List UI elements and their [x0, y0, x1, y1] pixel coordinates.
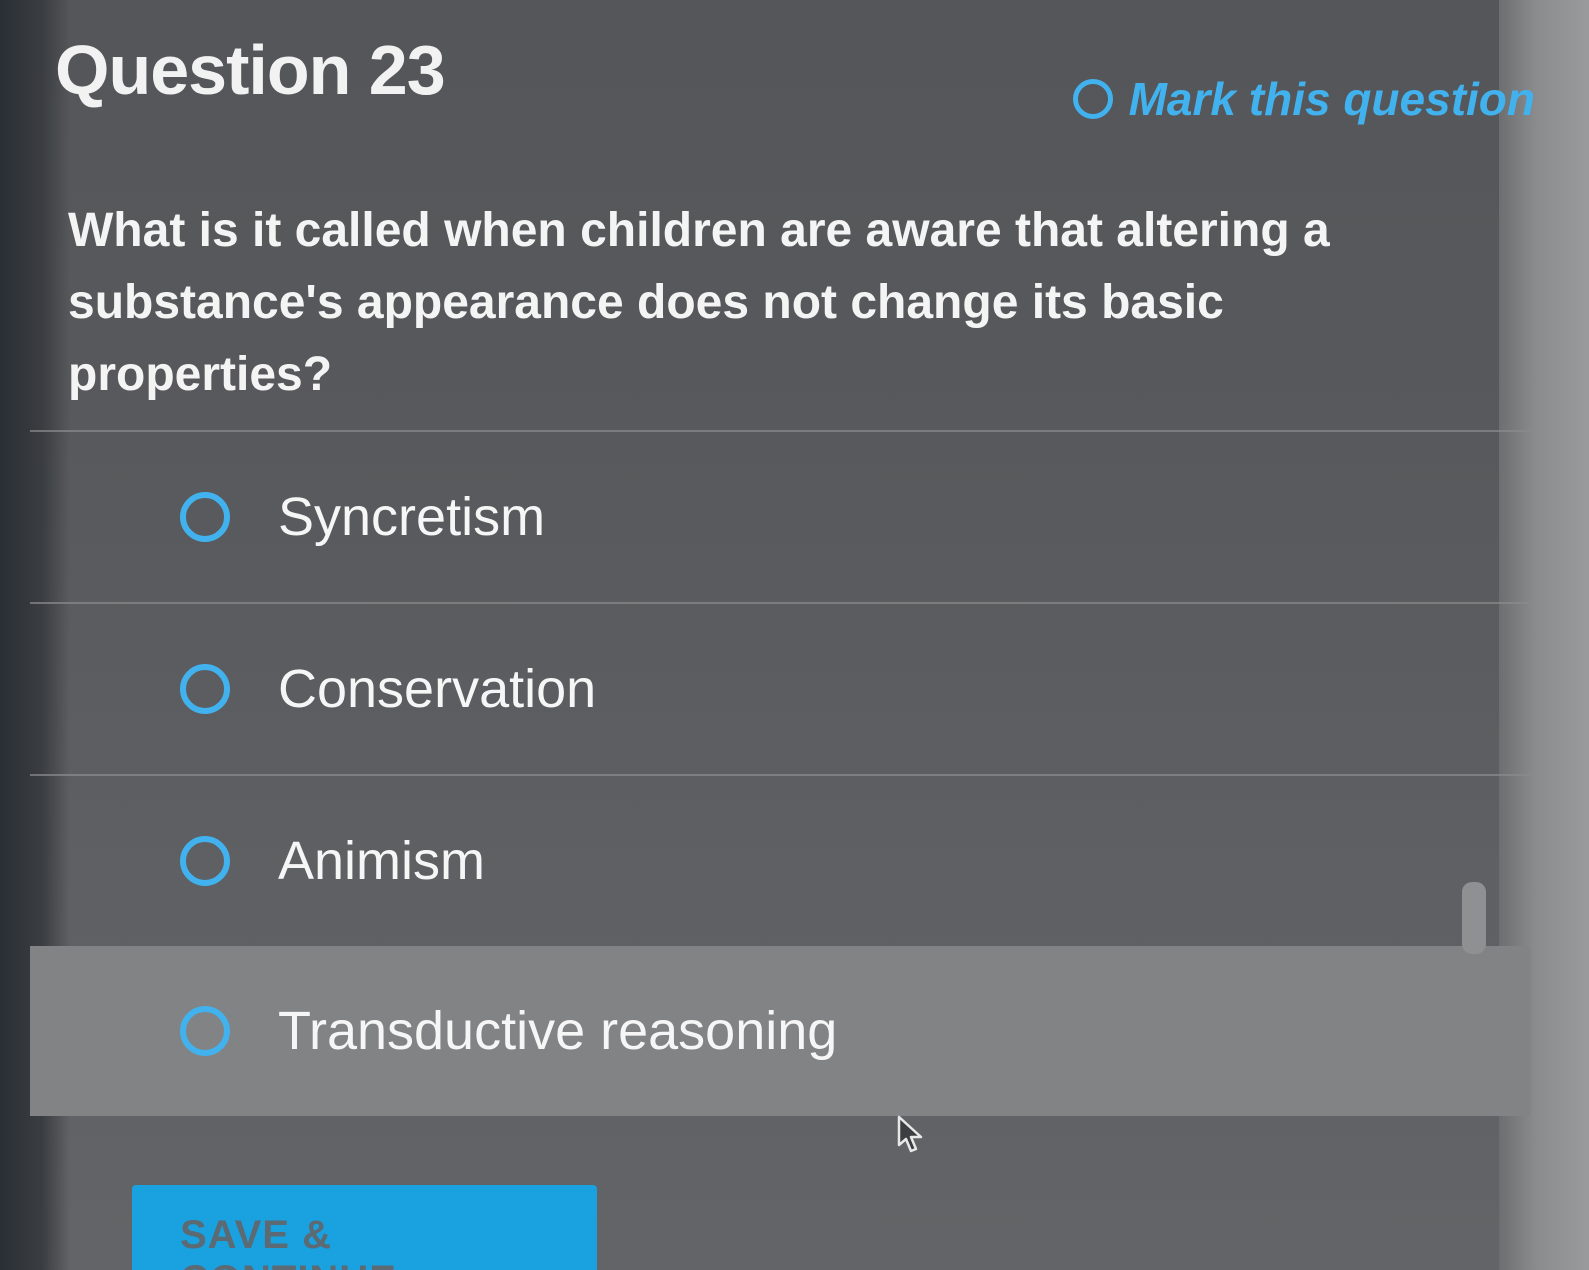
- divider: [30, 602, 1530, 604]
- mark-radio-icon[interactable]: [1072, 79, 1113, 119]
- mark-question-toggle[interactable]: Mark this question: [1072, 72, 1535, 126]
- quiz-screen: Question 23 Mark this question What is i…: [0, 0, 1589, 1270]
- option-label[interactable]: Syncretism: [278, 486, 545, 548]
- radio-icon[interactable]: [180, 664, 230, 714]
- divider: [30, 430, 1530, 432]
- option-label[interactable]: Transductive reasoning: [278, 1000, 837, 1062]
- scrollbar-thumb[interactable]: [1462, 882, 1486, 954]
- question-header: Question 23 Mark this question: [55, 30, 1535, 130]
- option-transductive-reasoning[interactable]: Transductive reasoning: [30, 946, 1530, 1116]
- mark-question-label[interactable]: Mark this question: [1129, 72, 1535, 126]
- question-prompt: What is it called when children are awar…: [68, 204, 1330, 401]
- option-syncretism[interactable]: Syncretism: [30, 432, 1530, 602]
- radio-icon[interactable]: [180, 492, 230, 542]
- question-number: Question 23: [55, 31, 446, 109]
- option-label[interactable]: Animism: [278, 830, 485, 892]
- divider: [30, 774, 1530, 776]
- option-label[interactable]: Conservation: [278, 658, 596, 720]
- option-animism[interactable]: Animism: [30, 776, 1530, 946]
- option-conservation[interactable]: Conservation: [30, 604, 1530, 774]
- radio-icon[interactable]: [180, 836, 230, 886]
- mouse-pointer-icon: [897, 1115, 923, 1153]
- answer-options: Syncretism Conservation Animism Transduc…: [30, 430, 1530, 1116]
- save-and-continue-button[interactable]: SAVE & CONTINUE: [132, 1185, 597, 1270]
- radio-icon[interactable]: [180, 1006, 230, 1056]
